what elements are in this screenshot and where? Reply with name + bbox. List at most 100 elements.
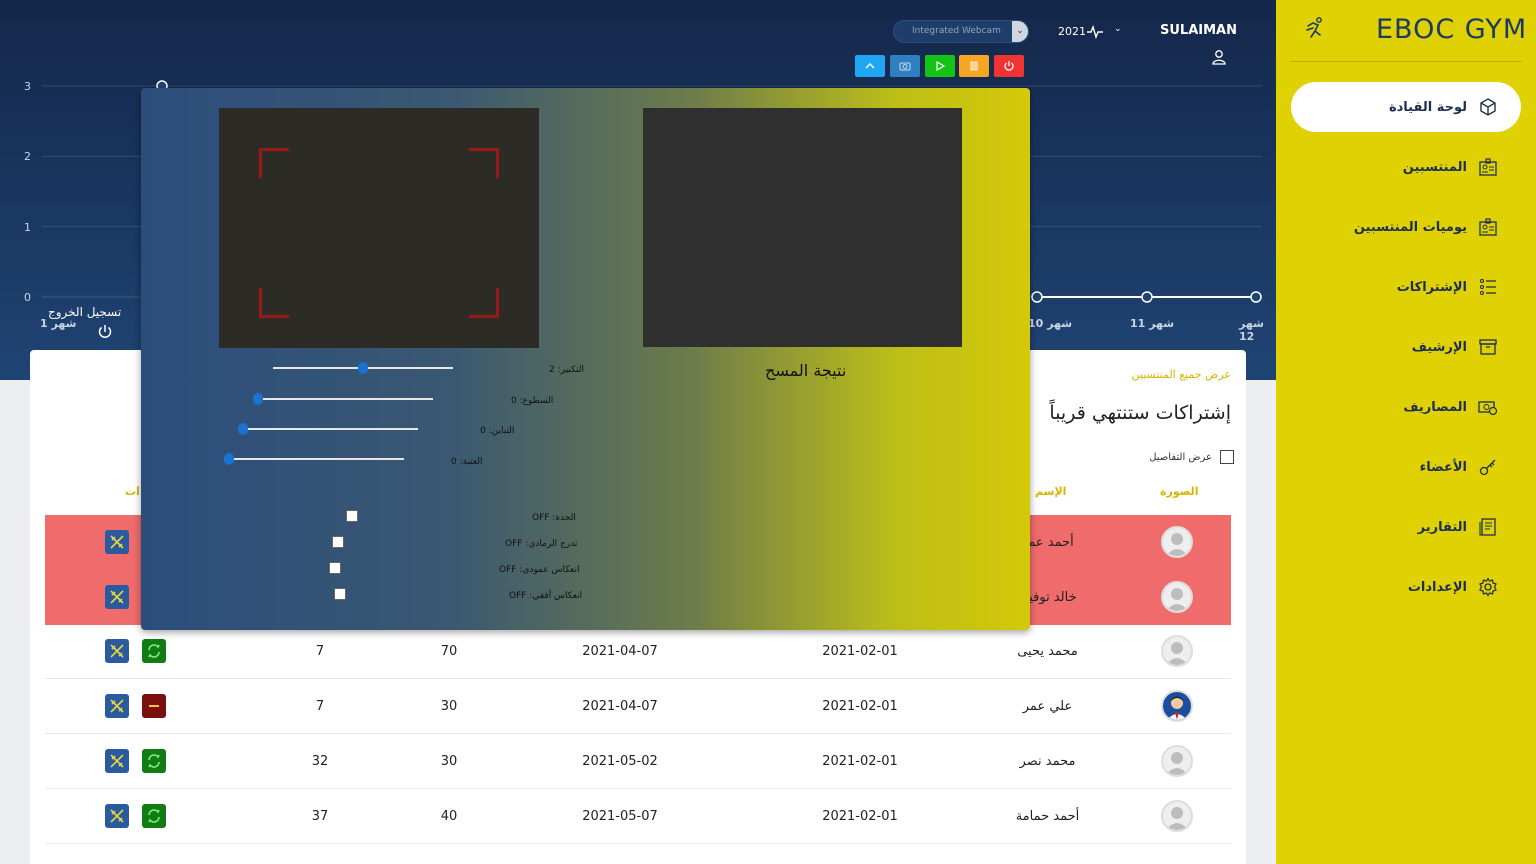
- capture-button[interactable]: [890, 55, 920, 77]
- edit-tools-button[interactable]: [105, 530, 129, 554]
- cancel-subscription-button[interactable]: [142, 694, 166, 718]
- threshold-slider-thumb[interactable]: [224, 453, 234, 465]
- sidebar-item-dashboard[interactable]: لوحة القيادة: [1291, 82, 1521, 132]
- camera-select[interactable]: Integrated Webcam ⌄: [893, 20, 1029, 43]
- sidebar-item-users[interactable]: الأعضاء: [1291, 442, 1521, 492]
- sidebar-item-expenses[interactable]: المصاريف: [1291, 382, 1521, 432]
- archive-box-icon: [1477, 336, 1499, 358]
- edit-tools-button[interactable]: [105, 749, 129, 773]
- divider: [1290, 61, 1522, 62]
- pulse-icon: [1086, 24, 1104, 43]
- card-title: إشتراكات ستنتهي قريباً: [1049, 402, 1231, 424]
- renew-subscription-button[interactable]: [142, 749, 166, 773]
- avatar: [1161, 581, 1193, 613]
- member-name: أحمد حمامة: [1015, 809, 1080, 824]
- sidebar-item-label: التقارير: [1417, 519, 1467, 535]
- dashboard-cube-icon: [1477, 96, 1499, 118]
- renew-subscription-button[interactable]: [142, 804, 166, 828]
- sidebar-item-settings[interactable]: الإعدادات: [1291, 562, 1521, 612]
- grayscale-label: OFF :تدرج الرمادي: [505, 539, 578, 549]
- chevron-down-icon[interactable]: ⌄: [1012, 21, 1028, 42]
- refresh-icon: [148, 809, 160, 823]
- sidebar-item-label: الإعدادات: [1407, 579, 1467, 595]
- logout-label[interactable]: تسجيل الخروج: [48, 305, 121, 319]
- runner-icon: [1302, 16, 1328, 46]
- stop-button[interactable]: [994, 55, 1024, 77]
- member-name: محمد نصر: [1019, 754, 1076, 769]
- attendance-card-icon: [1477, 216, 1499, 238]
- horizontal-flip-label: OFF :انعكاس أفقي: [509, 591, 583, 601]
- user-icon[interactable]: [1211, 49, 1227, 69]
- member-name: علي عمر: [1022, 699, 1073, 714]
- show-details-checkbox[interactable]: [1220, 450, 1234, 464]
- show-details-toggle[interactable]: عرض التفاصيل: [1149, 450, 1234, 464]
- grayscale-checkbox[interactable]: [332, 536, 344, 548]
- data-point[interactable]: [1031, 291, 1043, 303]
- member-name: محمد يحيى: [1017, 644, 1078, 659]
- year-selector[interactable]: 2021: [1058, 25, 1086, 38]
- avatar: [1161, 526, 1193, 558]
- scan-frame-corner: [469, 148, 499, 178]
- settings-gear-icon: [1477, 576, 1499, 598]
- tools-icon: [110, 699, 124, 713]
- avatar: [1161, 745, 1193, 777]
- sidebar-item-label: يوميات المنتسبين: [1353, 219, 1467, 235]
- brightness-slider[interactable]: [253, 393, 433, 405]
- pause-icon: [970, 61, 978, 71]
- pause-button[interactable]: [959, 55, 989, 77]
- table-row: محمد نصر 2021-02-01 2021-05-02 30 32: [45, 734, 1231, 789]
- threshold-slider[interactable]: [224, 453, 404, 465]
- logout-icon[interactable]: [97, 324, 113, 344]
- chevron-down-icon[interactable]: ⌄: [1114, 24, 1122, 34]
- sidebar-item-label: الأعضاء: [1419, 459, 1467, 475]
- expenses-money-icon: [1477, 396, 1499, 418]
- price: 40: [440, 809, 458, 824]
- x-tick-label: شهر 11: [1130, 317, 1175, 330]
- scan-frame-corner: [259, 148, 289, 178]
- users-key-icon: [1477, 456, 1499, 478]
- sharpness-checkbox[interactable]: [346, 510, 358, 522]
- camera-select-value: Integrated Webcam: [912, 26, 1001, 36]
- sidebar-item-subscriptions[interactable]: الإشتراكات: [1291, 262, 1521, 312]
- edit-tools-button[interactable]: [105, 804, 129, 828]
- remaining-days: 7: [315, 644, 325, 659]
- chevron-up-icon: [865, 63, 875, 69]
- table-row: علي عمر 2021-02-01 2021-04-07 30 7: [45, 679, 1231, 734]
- y-tick-label: 1: [24, 221, 31, 234]
- play-button[interactable]: [925, 55, 955, 77]
- tools-icon: [110, 809, 124, 823]
- x-tick-label: شهر 10: [1028, 317, 1073, 330]
- renew-subscription-button[interactable]: [142, 639, 166, 663]
- members-card-icon: [1477, 156, 1499, 178]
- sidebar-item-attendance[interactable]: يوميات المنتسبين: [1291, 202, 1521, 252]
- vertical-flip-checkbox[interactable]: [329, 562, 341, 574]
- sidebar-item-archive[interactable]: الإرشيف: [1291, 322, 1521, 372]
- sharpness-label: OFF :الحدة: [532, 513, 576, 523]
- end-date: 2021-05-07: [582, 809, 658, 824]
- show-all-members-link[interactable]: عرض جميع المنتسبين: [1132, 368, 1232, 381]
- contrast-slider-thumb[interactable]: [238, 423, 248, 435]
- brightness-slider-thumb[interactable]: [253, 393, 263, 405]
- sidebar-item-label: الإشتراكات: [1396, 279, 1467, 295]
- scan-frame-corner: [469, 288, 499, 318]
- edit-tools-button[interactable]: [105, 639, 129, 663]
- collapse-button[interactable]: [855, 55, 885, 77]
- username[interactable]: SULAIMAN: [1160, 23, 1237, 38]
- horizontal-flip-checkbox[interactable]: [334, 588, 346, 600]
- avatar: [1161, 800, 1193, 832]
- edit-tools-button[interactable]: [105, 585, 129, 609]
- sidebar-item-members[interactable]: المنتسبين: [1291, 142, 1521, 192]
- data-point[interactable]: [1250, 291, 1262, 303]
- show-details-label: عرض التفاصيل: [1149, 451, 1212, 463]
- power-icon: [1004, 61, 1014, 71]
- data-point[interactable]: [1141, 291, 1153, 303]
- zoom-slider-thumb[interactable]: [358, 362, 368, 374]
- zoom-slider[interactable]: [273, 362, 453, 374]
- sidebar-item-reports[interactable]: التقارير: [1291, 502, 1521, 552]
- y-tick-label: 3: [24, 80, 31, 93]
- contrast-slider[interactable]: [238, 423, 418, 435]
- column-header-actions: ات: [125, 485, 140, 498]
- play-icon: [936, 60, 946, 72]
- remaining-days: 37: [311, 809, 329, 824]
- edit-tools-button[interactable]: [105, 694, 129, 718]
